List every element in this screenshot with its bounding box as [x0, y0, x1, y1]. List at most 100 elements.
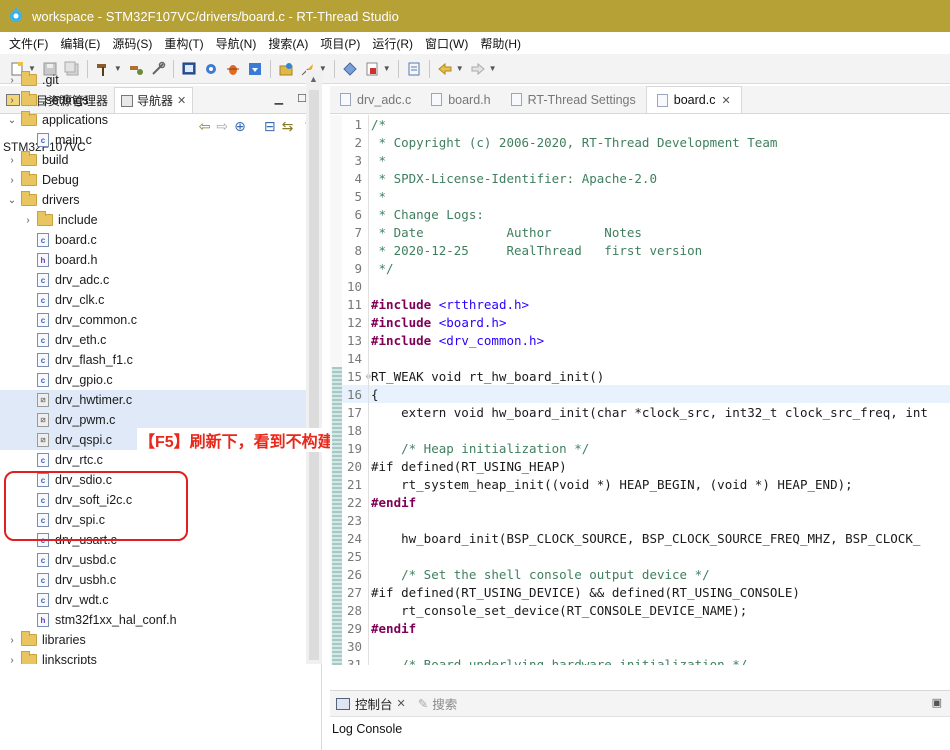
menu-navigate[interactable]: 导航(N) — [210, 35, 263, 52]
menu-help[interactable]: 帮助(H) — [474, 35, 527, 52]
tree-item-label: board.c — [55, 233, 97, 247]
bookmark-icon[interactable] — [363, 60, 381, 78]
line-number: 4 — [354, 170, 362, 186]
tree-file[interactable]: c drv_usbd.c — [0, 550, 306, 570]
tree-file[interactable]: c drv_rtc.c — [0, 450, 306, 470]
tree-file[interactable]: c board.c — [0, 230, 306, 250]
tree-item-label: drv_flash_f1.c — [55, 353, 133, 367]
chevron-right-icon[interactable]: › — [22, 215, 34, 226]
menu-window[interactable]: 窗口(W) — [419, 35, 474, 52]
tree-file[interactable]: c drv_eth.c — [0, 330, 306, 350]
tree-folder[interactable]: › include — [0, 210, 306, 230]
chevron-right-icon[interactable]: › — [6, 75, 18, 86]
forward-arrow-icon[interactable] — [469, 60, 487, 78]
code-line: 14 — [342, 349, 950, 367]
tree-file[interactable]: h stm32f1xx_hal_conf.h — [0, 610, 306, 630]
console-view-icon[interactable]: ▣ — [932, 696, 942, 709]
tree-file[interactable]: ⧄ drv_hwtimer.c — [0, 390, 306, 410]
tree-file[interactable]: c drv_common.c — [0, 310, 306, 330]
editor-tab-board-h[interactable]: board.h — [421, 86, 500, 113]
code-line: 1 /* — [342, 115, 950, 133]
code-line: 24 hw_board_init(BSP_CLOCK_SOURCE, BSP_C… — [342, 529, 950, 547]
back-dropdown-icon[interactable]: ▼ — [456, 64, 464, 73]
code-text: #if defined(RT_USING_HEAP) — [371, 458, 567, 474]
editor-tab-board-c[interactable]: board.c ✕ — [645, 86, 742, 113]
code-line: 9 */ — [342, 259, 950, 277]
menu-run[interactable]: 运行(R) — [366, 35, 419, 52]
close-icon[interactable]: ✕ — [721, 94, 730, 107]
tab-search[interactable]: ✎ 搜索 — [412, 691, 464, 717]
forward-dropdown-icon[interactable]: ▼ — [489, 64, 497, 73]
tree-file[interactable]: c drv_gpio.c — [0, 370, 306, 390]
tag-icon[interactable] — [341, 60, 359, 78]
code-line: 11 #include <rtthread.h> — [342, 295, 950, 313]
editor-tab-drv-adc[interactable]: drv_adc.c — [330, 86, 421, 113]
chevron-right-icon[interactable]: › — [6, 635, 18, 646]
tree-file[interactable]: c drv_clk.c — [0, 290, 306, 310]
chevron-right-icon[interactable]: › — [6, 95, 18, 106]
code-line: 7 * Date Author Notes — [342, 223, 950, 241]
tree-file[interactable]: c drv_wdt.c — [0, 590, 306, 610]
tree-folder[interactable]: › Debug — [0, 170, 306, 190]
menu-project[interactable]: 项目(P) — [314, 35, 366, 52]
tree-file[interactable]: c drv_adc.c — [0, 270, 306, 290]
tree-folder[interactable]: › linkscripts — [0, 650, 306, 664]
tree-folder[interactable]: › build — [0, 150, 306, 170]
code-line: 22 #endif — [342, 493, 950, 511]
h-file-icon: h — [37, 253, 49, 267]
code-line: 30 — [342, 637, 950, 655]
code-line: 2 * Copyright (c) 2006-2020, RT-Thread D… — [342, 133, 950, 151]
tree-file[interactable]: c drv_flash_f1.c — [0, 350, 306, 370]
tree-folder[interactable]: ⌄ applications — [0, 110, 306, 130]
tree-file[interactable]: ⧄ drv_pwm.c — [0, 410, 306, 430]
menu-file[interactable]: 文件(F) — [3, 35, 54, 52]
tree-folder[interactable]: › libraries — [0, 630, 306, 650]
c-file-icon: c — [37, 233, 49, 247]
tree-item-label: drv_eth.c — [55, 333, 107, 347]
code-line: 15⊖RT_WEAK void rt_hw_board_init() — [342, 367, 950, 385]
chevron-down-icon[interactable]: ⌄ — [6, 115, 18, 126]
code-line: 25 — [342, 547, 950, 565]
close-icon[interactable]: ✕ — [397, 697, 406, 710]
tree-folder[interactable]: › .git — [0, 70, 306, 90]
c-file-icon: c — [37, 273, 49, 287]
document-icon[interactable] — [405, 60, 423, 78]
code-keyword: #include — [371, 314, 432, 330]
tree-folder[interactable]: › .settings — [0, 90, 306, 110]
c-file-icon: c — [37, 593, 49, 607]
tree-file[interactable]: h board.h — [0, 250, 306, 270]
scrollbar-thumb[interactable] — [309, 90, 319, 660]
code-line: 21 rt_system_heap_init((void *) HEAP_BEG… — [342, 475, 950, 493]
code-line: 28 rt_console_set_device(RT_CONSOLE_DEVI… — [342, 601, 950, 619]
code-text: <drv_common.h> — [431, 332, 545, 348]
chevron-down-icon[interactable]: ⌄ — [6, 195, 18, 206]
excluded-file-icon: ⧄ — [37, 433, 49, 447]
tree-file[interactable]: c drv_usbh.c — [0, 570, 306, 590]
code-line: 5 * — [342, 187, 950, 205]
tree-scrollbar[interactable]: ▲ — [306, 70, 322, 664]
tab-console[interactable]: 控制台 ✕ — [330, 691, 412, 717]
menu-refactor[interactable]: 重构(T) — [158, 35, 209, 52]
line-number: 8 — [354, 242, 362, 258]
tree-item-label: .git — [42, 73, 59, 87]
back-arrow-icon[interactable] — [436, 60, 454, 78]
tree-folder[interactable]: ⌄ drivers — [0, 190, 306, 210]
tree-item-label: build — [42, 153, 69, 167]
menu-edit[interactable]: 编辑(E) — [54, 35, 106, 52]
chevron-right-icon[interactable]: › — [6, 655, 18, 665]
editor-tab-rt-thread-settings[interactable]: RT-Thread Settings — [501, 86, 646, 113]
excluded-file-icon: ⧄ — [37, 393, 49, 407]
menu-source[interactable]: 源码(S) — [106, 35, 158, 52]
c-file-icon: c — [37, 293, 49, 307]
tree-item-label: drv_gpio.c — [55, 373, 113, 387]
line-number: 13 — [346, 332, 362, 348]
chevron-right-icon[interactable]: › — [6, 155, 18, 166]
line-number: 26 — [346, 566, 362, 582]
code-editor[interactable]: 1/* 2 * Copyright (c) 2006-2020, RT-Threa… — [330, 115, 950, 665]
folder-icon — [21, 91, 37, 106]
scroll-up-icon[interactable]: ▲ — [309, 74, 318, 84]
chevron-right-icon[interactable]: › — [6, 175, 18, 186]
bookmark-dropdown-icon[interactable]: ▼ — [383, 64, 391, 73]
tree-file[interactable]: c main.c — [0, 130, 306, 150]
menu-search[interactable]: 搜索(A) — [262, 35, 314, 52]
